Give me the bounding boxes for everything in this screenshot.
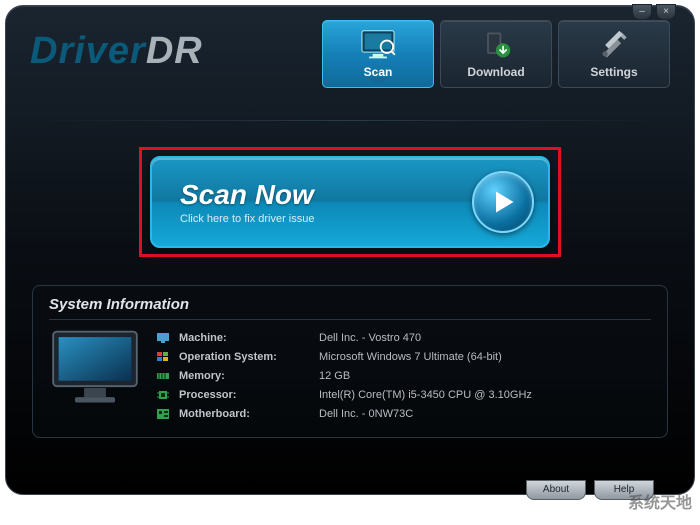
tab-bar: Scan Download Settings <box>322 20 670 88</box>
sysinfo-row-machine: Machine: Dell Inc. - Vostro 470 <box>155 328 651 347</box>
window-controls: – × <box>632 4 676 20</box>
app-logo: DriverDR <box>30 30 203 73</box>
settings-tools-icon <box>596 29 632 61</box>
os-value: Microsoft Windows 7 Ultimate (64-bit) <box>319 351 502 363</box>
machine-label: Machine: <box>179 332 319 344</box>
play-arrow-icon <box>489 188 517 216</box>
tab-download-label: Download <box>467 65 524 79</box>
scan-highlight-box: Scan Now Click here to fix driver issue <box>139 147 561 257</box>
tab-scan[interactable]: Scan <box>322 20 434 88</box>
cpu-value: Intel(R) Core(TM) i5-3450 CPU @ 3.10GHz <box>319 389 532 401</box>
tab-settings-label: Settings <box>590 65 637 79</box>
pc-icon <box>155 331 171 345</box>
mobo-value: Dell Inc. - 0NW73C <box>319 408 413 420</box>
footer-buttons: About Help <box>526 480 654 500</box>
main-content: Scan Now Click here to fix driver issue … <box>6 121 694 438</box>
monitor-icon <box>49 328 141 408</box>
download-icon <box>478 29 514 61</box>
logo-part1: Driver <box>30 30 146 73</box>
motherboard-icon <box>155 407 171 421</box>
tab-settings[interactable]: Settings <box>558 20 670 88</box>
cpu-label: Processor: <box>179 389 319 401</box>
machine-value: Dell Inc. - Vostro 470 <box>319 332 421 344</box>
logo-part2: DR <box>146 30 203 73</box>
about-button[interactable]: About <box>526 480 586 500</box>
scan-now-button[interactable]: Scan Now Click here to fix driver issue <box>150 156 550 248</box>
header: DriverDR Scan Download Settings <box>6 6 694 102</box>
system-info-heading: System Information <box>49 296 651 320</box>
sysinfo-row-memory: Memory: 12 GB <box>155 366 651 385</box>
tab-scan-label: Scan <box>364 65 393 79</box>
os-label: Operation System: <box>179 351 319 363</box>
ram-icon <box>155 369 171 383</box>
sysinfo-row-cpu: Processor: Intel(R) Core(TM) i5-3450 CPU… <box>155 385 651 404</box>
cpu-icon <box>155 388 171 402</box>
sysinfo-row-motherboard: Motherboard: Dell Inc. - 0NW73C <box>155 404 651 423</box>
monitor-graphic <box>49 328 141 423</box>
help-button[interactable]: Help <box>594 480 654 500</box>
mobo-label: Motherboard: <box>179 408 319 420</box>
system-info-table: Machine: Dell Inc. - Vostro 470 Operatio… <box>155 328 651 423</box>
scan-play-circle <box>472 171 534 233</box>
monitor-scan-icon <box>360 29 396 61</box>
app-window: – × DriverDR Scan Download Settings <box>5 5 695 495</box>
close-button[interactable]: × <box>656 4 676 20</box>
windows-icon <box>155 350 171 364</box>
system-info-body: Machine: Dell Inc. - Vostro 470 Operatio… <box>49 328 651 423</box>
sysinfo-row-os: Operation System: Microsoft Windows 7 Ul… <box>155 347 651 366</box>
memory-label: Memory: <box>179 370 319 382</box>
system-info-panel: System Information Machine: Dell Inc. - … <box>32 285 668 438</box>
minimize-button[interactable]: – <box>632 4 652 20</box>
tab-download[interactable]: Download <box>440 20 552 88</box>
scan-button-subtitle: Click here to fix driver issue <box>180 213 315 225</box>
scan-button-title: Scan Now <box>180 179 315 211</box>
memory-value: 12 GB <box>319 370 350 382</box>
scan-button-text: Scan Now Click here to fix driver issue <box>180 179 315 225</box>
